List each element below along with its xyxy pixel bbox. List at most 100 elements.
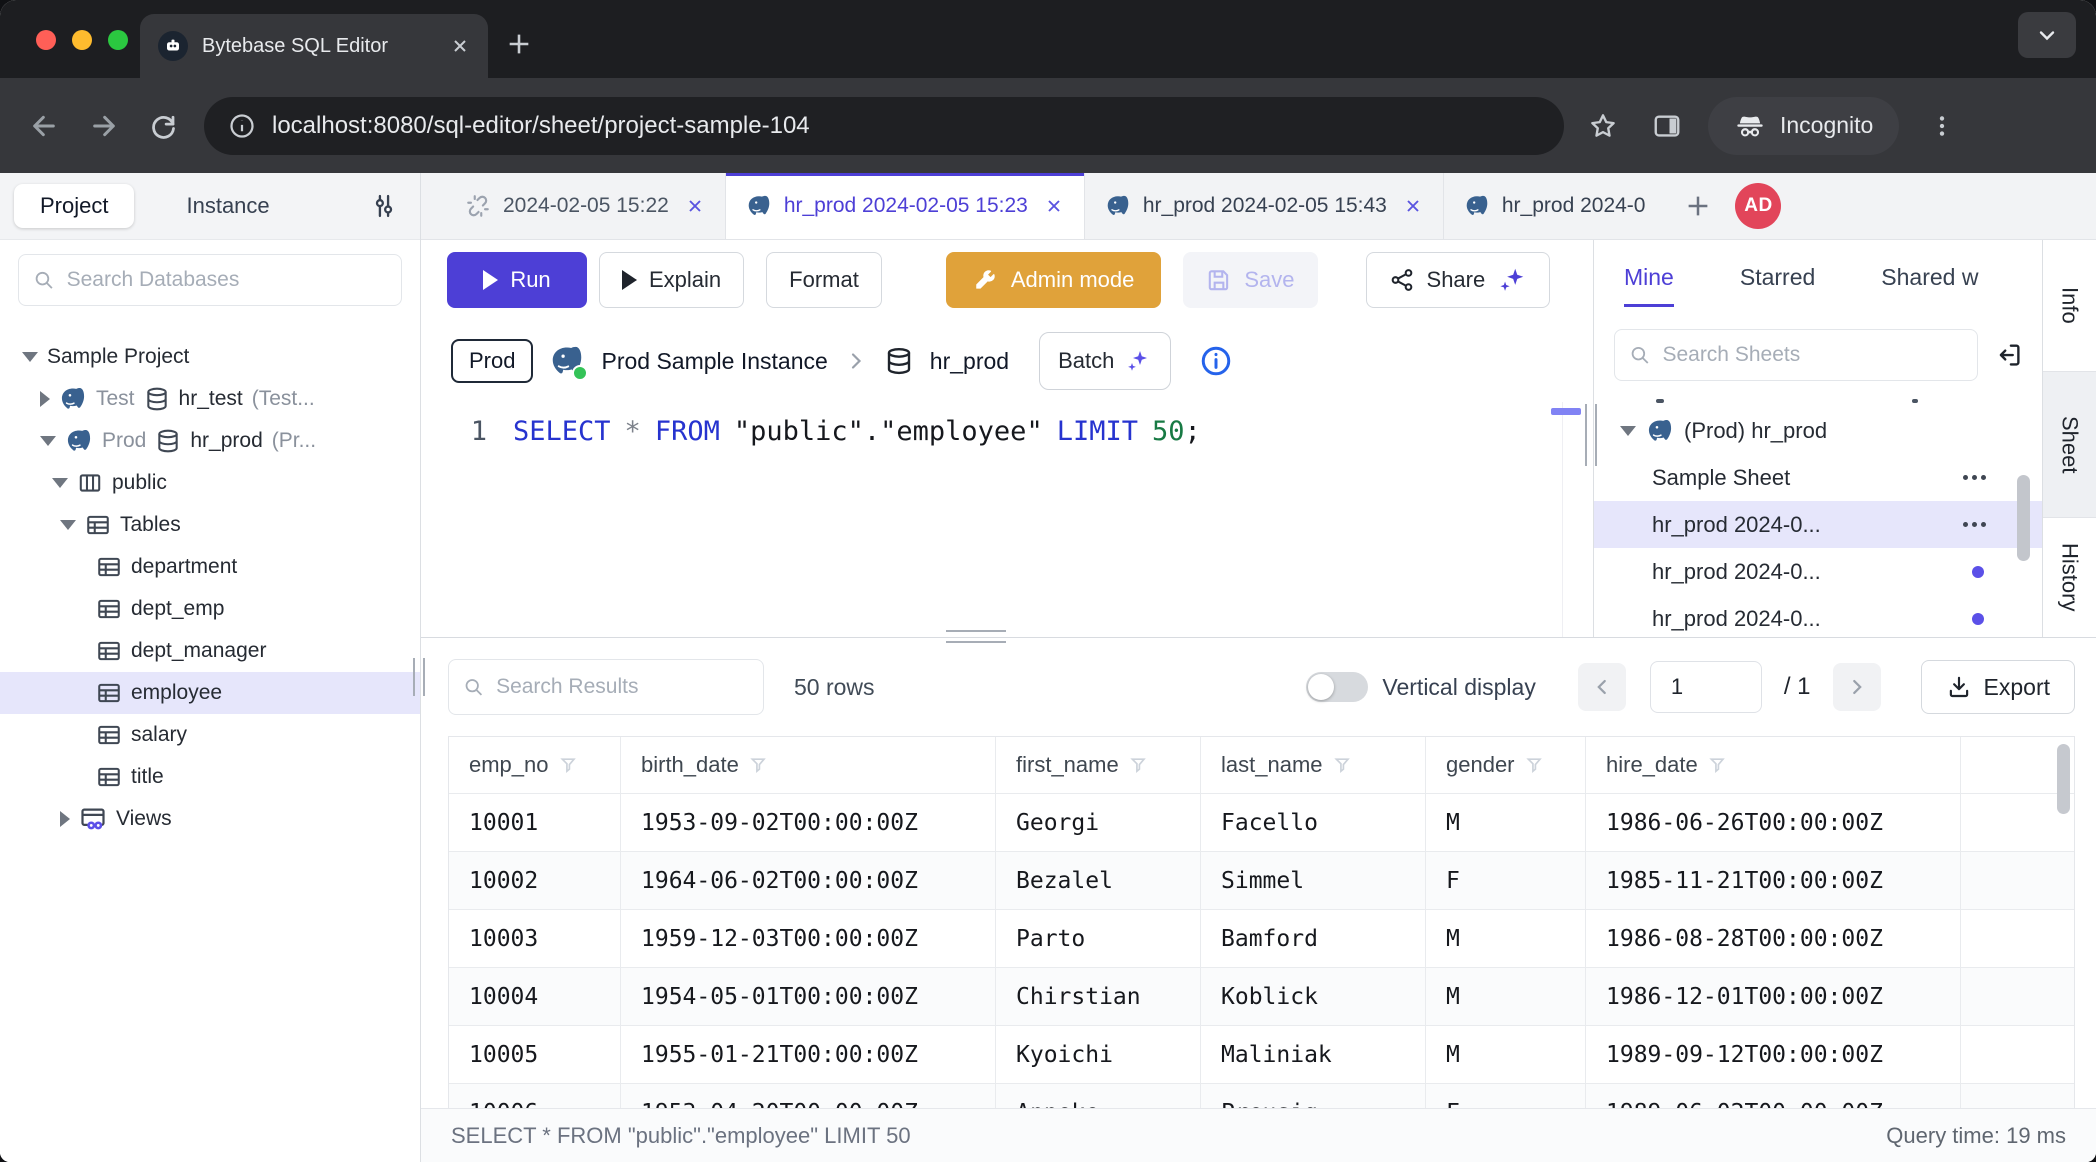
clipped-sheet-item[interactable] bbox=[1594, 395, 2042, 407]
tree-item-views[interactable]: Views bbox=[0, 798, 420, 840]
new-browser-tab-button[interactable] bbox=[505, 30, 533, 58]
column-header[interactable]: last_name bbox=[1201, 737, 1426, 794]
column-header[interactable]: gender bbox=[1426, 737, 1586, 794]
tab-info[interactable]: Info bbox=[2043, 240, 2096, 372]
batch-button[interactable]: Batch bbox=[1039, 332, 1171, 390]
editor-tab-3[interactable]: hr_prod 2024-02-05 15:43 bbox=[1085, 173, 1444, 239]
cell[interactable]: 1986-12-01T00:00:00Z bbox=[1586, 968, 1961, 1026]
more-menu-icon[interactable] bbox=[1963, 522, 1986, 527]
tree-item-hr-test[interactable]: Test hr_test (Test... bbox=[0, 378, 420, 420]
database-search-input[interactable] bbox=[65, 267, 387, 293]
cell[interactable]: 10005 bbox=[449, 1026, 621, 1084]
format-button[interactable]: Format bbox=[766, 252, 882, 308]
save-button[interactable]: Save bbox=[1183, 252, 1317, 308]
caret-right-icon[interactable] bbox=[40, 391, 50, 407]
tree-item-table-title[interactable]: title bbox=[0, 756, 420, 798]
column-header[interactable]: emp_no bbox=[449, 737, 621, 794]
cell[interactable]: M bbox=[1426, 794, 1586, 852]
address-bar[interactable]: localhost:8080/sql-editor/sheet/project-… bbox=[204, 97, 1564, 155]
environment-chip[interactable]: Prod bbox=[451, 339, 533, 383]
sheet-group-hr-prod[interactable]: (Prod) hr_prod bbox=[1594, 407, 2042, 454]
sort-icon[interactable] bbox=[1129, 755, 1149, 775]
cell[interactable]: Koblick bbox=[1201, 968, 1426, 1026]
tree-item-hr-prod[interactable]: Prod hr_prod (Pr... bbox=[0, 420, 420, 462]
caret-right-icon[interactable] bbox=[60, 811, 70, 827]
share-button[interactable]: Share bbox=[1366, 252, 1551, 308]
window-minimize-button[interactable] bbox=[72, 30, 92, 50]
sheet-item[interactable]: hr_prod 2024-0... bbox=[1594, 548, 2042, 595]
editor-tab-2-active[interactable]: hr_prod 2024-02-05 15:23 bbox=[726, 173, 1085, 239]
caret-down-icon[interactable] bbox=[40, 436, 56, 446]
tab-shared[interactable]: Shared w bbox=[1881, 264, 1978, 291]
window-zoom-button[interactable] bbox=[108, 30, 128, 50]
tree-item-table-department[interactable]: department bbox=[0, 546, 420, 588]
cell[interactable]: Parto bbox=[996, 910, 1201, 968]
tree-item-table-dept-manager[interactable]: dept_manager bbox=[0, 630, 420, 672]
reload-icon[interactable] bbox=[148, 111, 178, 141]
browser-menu-icon[interactable] bbox=[1929, 113, 1955, 139]
cell[interactable]: 10002 bbox=[449, 852, 621, 910]
sheet-list-scrollbar[interactable] bbox=[2017, 475, 2030, 561]
next-page-button[interactable] bbox=[1833, 663, 1881, 711]
panel-resize-handle[interactable] bbox=[1585, 404, 1597, 466]
column-header[interactable]: first_name bbox=[996, 737, 1201, 794]
table-row[interactable]: 100011953-09-02T00:00:00ZGeorgiFacelloM1… bbox=[449, 794, 2074, 852]
caret-down-icon[interactable] bbox=[60, 520, 76, 530]
connection-info-icon[interactable] bbox=[1199, 344, 1233, 378]
tree-item-table-employee-selected[interactable]: employee bbox=[0, 672, 420, 714]
import-sheet-icon[interactable] bbox=[1994, 340, 2024, 370]
caret-down-icon[interactable] bbox=[22, 352, 38, 362]
results-search[interactable] bbox=[448, 659, 764, 715]
tab-history[interactable]: History bbox=[2043, 518, 2096, 637]
cell[interactable]: 1953-09-02T00:00:00Z bbox=[621, 794, 996, 852]
export-button[interactable]: Export bbox=[1921, 660, 2075, 714]
forward-icon[interactable] bbox=[88, 110, 120, 142]
sheet-item-selected[interactable]: hr_prod 2024-0... bbox=[1594, 501, 2042, 548]
sheet-item[interactable]: hr_prod 2024-0... bbox=[1594, 595, 2042, 637]
browser-tab[interactable]: Bytebase SQL Editor bbox=[140, 14, 488, 78]
cell[interactable]: 1964-06-02T00:00:00Z bbox=[621, 852, 996, 910]
close-tab-icon[interactable] bbox=[1044, 196, 1064, 216]
cell[interactable]: Chirstian bbox=[996, 968, 1201, 1026]
cell[interactable]: 1955-01-21T00:00:00Z bbox=[621, 1026, 996, 1084]
bookmark-star-icon[interactable] bbox=[1588, 111, 1618, 141]
tree-item-tables[interactable]: Tables bbox=[0, 504, 420, 546]
results-search-input[interactable] bbox=[494, 674, 749, 700]
vertical-display-toggle[interactable] bbox=[1306, 672, 1368, 702]
prev-page-button[interactable] bbox=[1578, 663, 1626, 711]
incognito-badge[interactable]: Incognito bbox=[1708, 97, 1899, 155]
table-row[interactable]: 100051955-01-21T00:00:00ZKyoichiMaliniak… bbox=[449, 1026, 2074, 1084]
sql-editor[interactable]: 1 SELECT * FROM "public"."employee" LIMI… bbox=[421, 402, 1593, 637]
sheet-search[interactable] bbox=[1614, 329, 1978, 381]
column-header[interactable]: hire_date bbox=[1586, 737, 1961, 794]
site-info-icon[interactable] bbox=[228, 112, 256, 140]
editor-tab-1[interactable]: 2024-02-05 15:22 bbox=[445, 173, 726, 239]
editor-tab-4[interactable]: hr_prod 2024-0 bbox=[1444, 173, 1666, 239]
tab-sheet[interactable]: Sheet bbox=[2043, 372, 2096, 518]
cell[interactable]: 1985-11-21T00:00:00Z bbox=[1586, 852, 1961, 910]
sheet-search-input[interactable] bbox=[1660, 342, 1963, 368]
explain-button[interactable]: Explain bbox=[599, 252, 744, 308]
add-sheet-tab-button[interactable] bbox=[1683, 191, 1713, 221]
results-scrollbar[interactable] bbox=[2057, 744, 2070, 814]
window-chevron-button[interactable] bbox=[2018, 12, 2076, 58]
tab-project[interactable]: Project bbox=[14, 184, 134, 228]
tab-mine[interactable]: Mine bbox=[1624, 264, 1674, 291]
side-panel-icon[interactable] bbox=[1652, 111, 1682, 141]
tab-starred[interactable]: Starred bbox=[1740, 264, 1815, 291]
table-row[interactable]: 100041954-05-01T00:00:00ZChirstianKoblic… bbox=[449, 968, 2074, 1026]
cell[interactable]: F bbox=[1426, 1084, 1586, 1108]
sort-icon[interactable] bbox=[1525, 755, 1545, 775]
cell[interactable]: Kyoichi bbox=[996, 1026, 1201, 1084]
browser-tab-close-icon[interactable] bbox=[450, 36, 470, 56]
cell[interactable]: 10001 bbox=[449, 794, 621, 852]
cell[interactable]: 10003 bbox=[449, 910, 621, 968]
sort-icon[interactable] bbox=[1333, 755, 1353, 775]
cell[interactable]: 10006 bbox=[449, 1084, 621, 1108]
close-tab-icon[interactable] bbox=[685, 196, 705, 216]
cell[interactable]: Facello bbox=[1201, 794, 1426, 852]
results-resize-handle[interactable] bbox=[946, 630, 1006, 643]
tree-item-project[interactable]: Sample Project bbox=[0, 336, 420, 378]
tree-item-schema-public[interactable]: public bbox=[0, 462, 420, 504]
close-tab-icon[interactable] bbox=[1403, 196, 1423, 216]
